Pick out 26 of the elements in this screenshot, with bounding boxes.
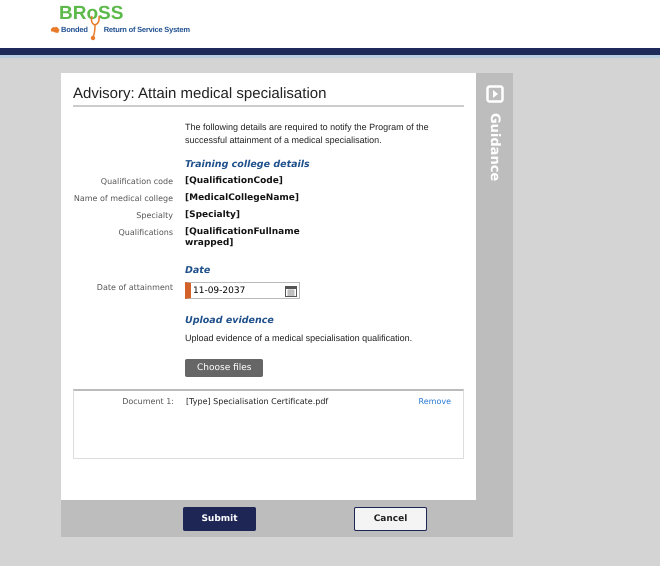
date-field[interactable]: 11-09-2037 (185, 282, 300, 299)
map-icon (50, 26, 60, 34)
document-label: Document 1: (121, 397, 174, 406)
intro-text: The following details are required to notify the Program of the successful attainment of a medical specialisation. (185, 121, 430, 147)
cancel-button[interactable]: Cancel (354, 506, 427, 530)
section-heading: Date (185, 265, 212, 276)
field-value: [QualificationFullname wrapped] (185, 227, 301, 249)
field-value: [QualificationCode] (185, 176, 283, 187)
field-label: Date of attainment (96, 282, 173, 292)
field-value: [Specialty] (185, 210, 240, 221)
field-label: Qualification code (100, 176, 173, 186)
field-value: [MedicalCollegeName] (185, 193, 300, 204)
logo-title: BRoSS (59, 5, 124, 23)
document-name: [Type] Specialisation Certificate.pdf (186, 397, 330, 406)
choose-files-button[interactable]: Choose files (185, 359, 264, 377)
field-label: Name of medical college (73, 193, 173, 203)
field-label: Specialty (135, 210, 173, 220)
upload-text: Upload evidence of a medical specialisation qualification. (185, 332, 414, 345)
section-heading: Upload evidence (185, 315, 275, 326)
calendar-icon[interactable] (285, 284, 297, 296)
field-label: Qualifications (117, 227, 173, 237)
remove-link[interactable]: Remove (418, 397, 451, 406)
dialog-title: Advisory: Attain medical specialisation (73, 85, 464, 107)
play-icon (486, 85, 504, 103)
section-heading: Training college details (185, 159, 311, 170)
submit-button[interactable]: Submit (183, 506, 256, 530)
